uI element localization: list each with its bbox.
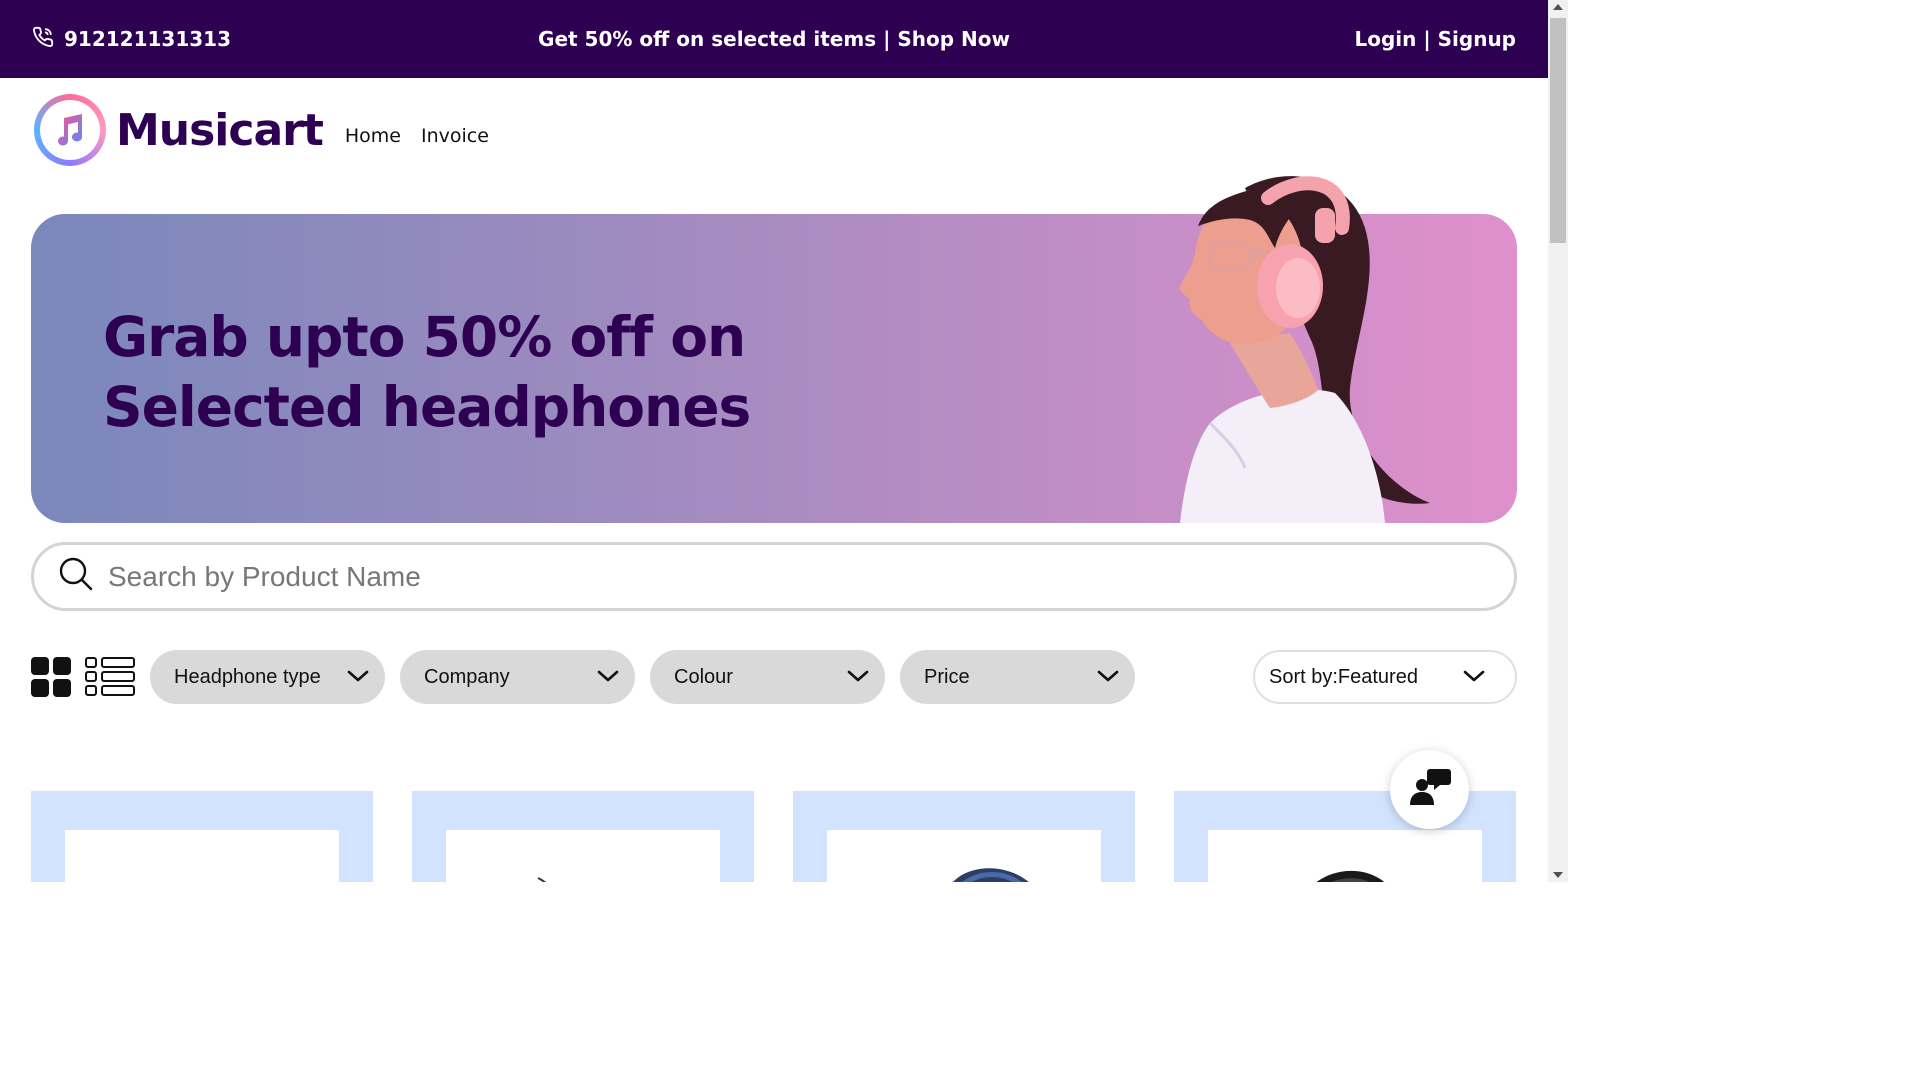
top-bar: 912121131313 Get 50% off on selected ite…: [0, 0, 1548, 78]
search-bar: [31, 542, 1517, 611]
product-image: [446, 830, 720, 882]
nav-invoice[interactable]: Invoice: [421, 125, 489, 147]
search-input[interactable]: [108, 560, 1408, 593]
scroll-thumb[interactable]: [1550, 18, 1566, 243]
site-header: Musicart Home Invoice: [34, 94, 489, 166]
sort-label: Sort by:Featured: [1269, 665, 1418, 688]
product-card[interactable]: [793, 791, 1135, 882]
hero-line-1: Grab upto 50% off on: [103, 305, 746, 369]
chevron-down-icon: [847, 666, 869, 689]
headphone-product-image: [1316, 870, 1385, 882]
price-label: Price: [924, 665, 970, 688]
product-image: [827, 830, 1101, 882]
company-label: Company: [424, 665, 510, 688]
list-view-icon[interactable]: [85, 657, 135, 697]
login-link[interactable]: Login: [1354, 27, 1416, 51]
headphone-type-label: Headphone type: [174, 665, 321, 688]
hero-headline: Grab upto 50% off on Selected headphones: [103, 302, 751, 442]
page: 912121131313 Get 50% off on selected ite…: [0, 0, 1548, 882]
search-icon: [58, 556, 94, 597]
logo-icon[interactable]: [34, 94, 106, 166]
page-scrollbar[interactable]: [1548, 0, 1568, 882]
sort-dropdown[interactable]: Sort by:Featured: [1253, 650, 1517, 704]
chat-icon: [1408, 765, 1452, 814]
product-card[interactable]: [31, 791, 373, 882]
grid-view-icon[interactable]: [31, 657, 71, 697]
product-grid: [31, 791, 1517, 882]
hero-line-2: Selected headphones: [103, 375, 751, 439]
chevron-down-icon: [347, 666, 369, 689]
colour-dropdown[interactable]: Colour: [650, 650, 885, 704]
filter-bar: Headphone type Company Colour Price Sort…: [31, 650, 1517, 704]
nav-home[interactable]: Home: [345, 125, 401, 147]
promo-banner: Get 50% off on selected items | Shop Now: [0, 27, 1548, 51]
company-dropdown[interactable]: Company: [400, 650, 635, 704]
hero-headphone-model-image: [1179, 176, 1430, 523]
phone-contact[interactable]: 912121131313: [32, 26, 231, 53]
phone-number: 912121131313: [64, 27, 231, 51]
product-image: [65, 830, 339, 882]
music-note-icon: [58, 114, 83, 146]
chat-button[interactable]: [1390, 750, 1469, 829]
promo-text[interactable]: Get 50% off on selected items | Shop Now: [538, 27, 1010, 51]
brand-name[interactable]: Musicart: [116, 105, 324, 156]
product-image: [1208, 830, 1482, 882]
auth-links: Login | Signup: [1354, 27, 1516, 51]
scroll-down-arrow-icon[interactable]: [1553, 872, 1563, 878]
scroll-up-arrow-icon[interactable]: [1553, 4, 1563, 10]
headphone-product-image: [953, 868, 1029, 882]
headphone-type-dropdown[interactable]: Headphone type: [150, 650, 385, 704]
auth-separator: |: [1416, 27, 1438, 51]
price-dropdown[interactable]: Price: [900, 650, 1135, 704]
chevron-down-icon: [1463, 666, 1485, 689]
chevron-down-icon: [597, 666, 619, 689]
chevron-down-icon: [1097, 666, 1119, 689]
phone-icon: [32, 26, 54, 53]
product-card[interactable]: [412, 791, 754, 882]
signup-link[interactable]: Signup: [1438, 27, 1516, 51]
main-nav: Home Invoice: [345, 125, 489, 147]
colour-label: Colour: [674, 665, 733, 688]
